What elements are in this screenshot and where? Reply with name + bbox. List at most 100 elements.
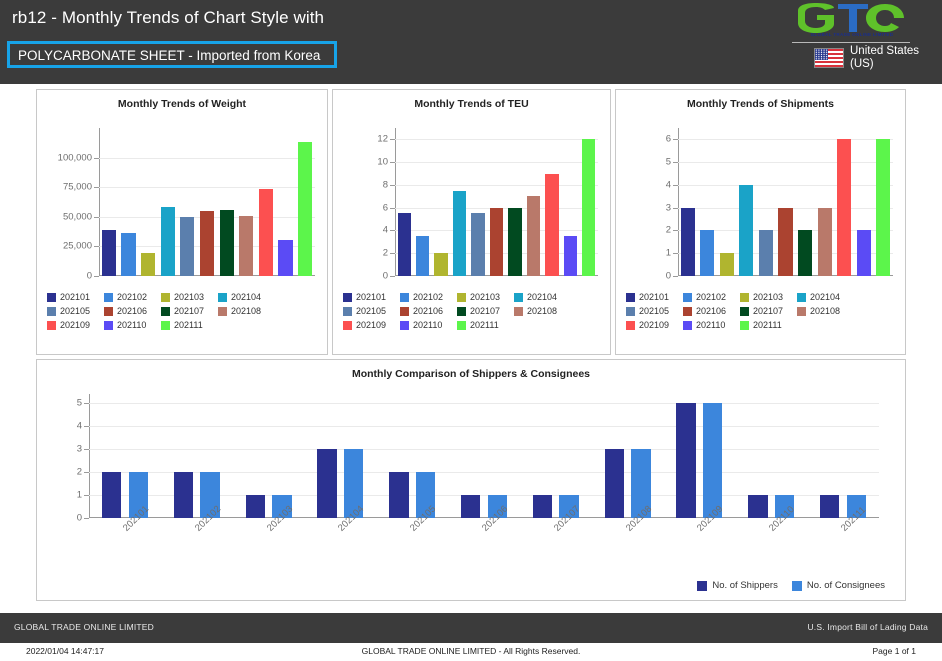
- y-tick-label: 6: [382, 202, 388, 214]
- bar: [180, 217, 195, 276]
- legend-item: 202111: [740, 320, 790, 330]
- y-tick-label: 2: [76, 466, 82, 478]
- logo-caption: GLOBAL TRADE ONLINE LIMITED: [810, 32, 894, 37]
- legend-swatch: [218, 306, 227, 316]
- footer-meta: 2022/01/04 14:47:17 GLOBAL TRADE ONLINE …: [0, 643, 942, 661]
- gridline: [99, 157, 315, 159]
- logo-divider: [792, 42, 910, 43]
- legend-label: 202108: [527, 306, 558, 316]
- legend-label: 202110: [696, 320, 726, 330]
- legend-swatch: [161, 306, 170, 316]
- teu-chart-title: Monthly Trends of TEU: [414, 98, 529, 110]
- legend-item: 202102: [400, 292, 450, 302]
- y-axis: [89, 394, 90, 518]
- legend-label: 202104: [231, 292, 262, 302]
- shipments-chart-title: Monthly Trends of Shipments: [686, 98, 834, 110]
- shipments-legend: 202101 202102 202103 202104 202105 202106 2021…: [626, 292, 899, 334]
- chart-panel-shipments: Monthly Trends of Shipments 0 1 2 3 4 5 6 202101…: [615, 89, 906, 355]
- y-tick-label: 1: [665, 247, 671, 259]
- bar: [258, 188, 273, 276]
- page-header: rb12 - Monthly Trends of Chart Style wit…: [0, 0, 942, 84]
- bar: [876, 139, 891, 276]
- legend-label: 202104: [810, 292, 841, 302]
- legend-label: 202102: [696, 292, 727, 302]
- legend-item: 202107: [161, 306, 211, 316]
- report-subject-box[interactable]: POLYCARBONATE SHEET - Imported from Kore…: [7, 41, 337, 68]
- gridline: [678, 162, 893, 164]
- legend-swatch: [104, 292, 113, 302]
- bar: [452, 190, 467, 276]
- gridline: [99, 187, 315, 189]
- legend-item: 202103: [740, 292, 790, 302]
- bar: [856, 230, 871, 276]
- bar: [604, 449, 625, 518]
- legend-item: 202105: [626, 306, 676, 316]
- weight-plot-area: 0 25,000 50,000 75,000 100,000: [58, 128, 315, 282]
- bar: [680, 207, 695, 276]
- bar: [416, 236, 430, 276]
- y-tick: [673, 139, 678, 141]
- y-tick: [390, 162, 395, 164]
- legend-swatch: [400, 320, 409, 330]
- y-tick: [673, 276, 678, 277]
- legend-item: 202111: [161, 320, 211, 330]
- report-subject-text: POLYCARBONATE SHEET - Imported from Kore…: [18, 48, 321, 63]
- legend-swatch: [514, 306, 523, 316]
- bar: [101, 229, 116, 276]
- bar: [526, 196, 541, 276]
- legend-label: 202109: [639, 320, 670, 330]
- legend-item: 202105: [47, 306, 97, 316]
- legend-item: No. of Shippers: [697, 580, 778, 591]
- y-tick: [84, 495, 89, 497]
- y-tick-label: 3: [665, 202, 671, 214]
- y-tick-label: 4: [76, 420, 82, 432]
- shipments-plot-area: 0 1 2 3 4 5 6: [666, 128, 893, 282]
- legend-item: 202101: [626, 292, 676, 302]
- legend-label: 202103: [753, 292, 784, 302]
- legend-item: 202104: [514, 292, 564, 302]
- legend-label: 202110: [413, 320, 443, 330]
- y-tick: [94, 246, 99, 248]
- legend-label: 202111: [753, 320, 782, 330]
- gridline: [395, 184, 598, 186]
- y-tick-label: 0: [382, 270, 388, 282]
- legend-label: 202103: [174, 292, 205, 302]
- legend-label: 202105: [60, 306, 91, 316]
- y-tick-label: 10: [377, 156, 388, 168]
- comparison-plot-area: 0 1 2 3 4 5 202101 202102 202103 202104 202105 2021…: [77, 394, 879, 534]
- comparison-legend: No. of Shippers No. of Consignees: [683, 580, 885, 591]
- legend-label: 202108: [231, 306, 262, 316]
- legend-item: 202106: [683, 306, 733, 316]
- bar: [173, 472, 194, 518]
- page-title: rb12 - Monthly Trends of Chart Style wit…: [12, 8, 325, 27]
- bar: [317, 449, 337, 518]
- bar: [582, 139, 596, 276]
- report-body: Monthly Trends of Weight 0 25,000 50,000 75,…: [0, 84, 942, 613]
- legend-swatch: [400, 292, 409, 302]
- legend-item: 202109: [626, 320, 676, 330]
- legend-swatch: [740, 320, 749, 330]
- y-tick: [84, 426, 89, 428]
- chart-panel-weight: Monthly Trends of Weight 0 25,000 50,000 75,…: [36, 89, 328, 355]
- bar: [434, 253, 448, 276]
- bar: [563, 236, 577, 276]
- legend-item: 202108: [797, 306, 847, 316]
- y-tick-label: 4: [382, 224, 388, 236]
- legend-item: 202110: [104, 320, 154, 330]
- legend-label: 202107: [470, 306, 501, 316]
- bar: [778, 207, 793, 276]
- y-tick: [390, 276, 395, 277]
- legend-swatch: [47, 306, 56, 316]
- y-tick: [84, 403, 89, 405]
- y-tick-label: 0: [76, 512, 82, 524]
- y-tick: [84, 472, 89, 474]
- y-tick-label: 2: [382, 247, 388, 259]
- legend-item: 202102: [683, 292, 733, 302]
- y-tick: [673, 230, 678, 232]
- bar: [700, 230, 715, 276]
- y-tick: [673, 253, 678, 255]
- bar: [101, 472, 122, 518]
- legend-item: 202107: [457, 306, 507, 316]
- legend-label: 202106: [117, 306, 148, 316]
- y-tick-label: 0: [665, 270, 671, 282]
